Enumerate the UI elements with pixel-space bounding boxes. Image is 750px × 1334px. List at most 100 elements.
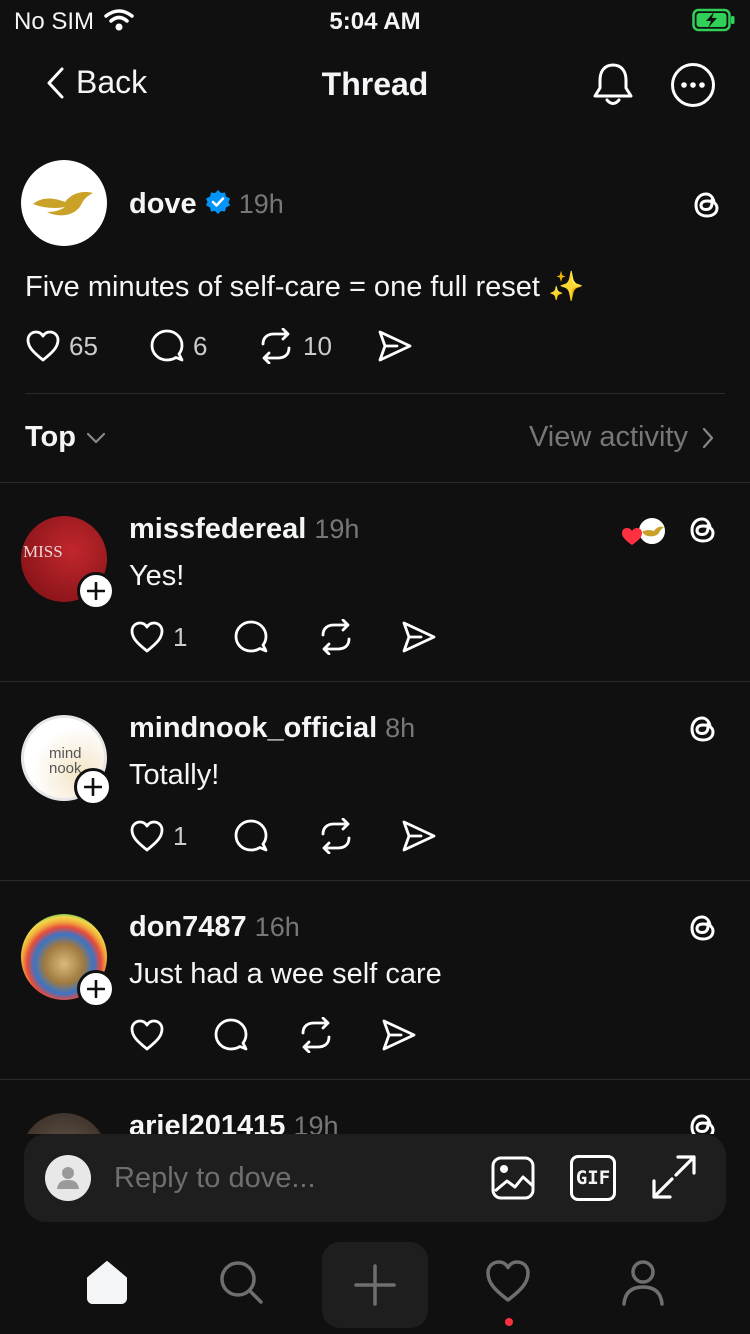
chevron-right-icon (702, 427, 714, 448)
threads-logo-icon[interactable] (686, 1110, 720, 1134)
avatar[interactable] (21, 160, 107, 246)
view-activity-label: View activity (528, 421, 688, 453)
page-title: Thread (321, 66, 429, 102)
repost-icon (301, 1017, 331, 1053)
profile-icon (622, 1260, 664, 1306)
reply-text: Yes! (129, 560, 185, 592)
send-icon (402, 820, 436, 852)
reply-header: mindnook_official 8h (129, 712, 415, 745)
reply-actions: 1 (129, 818, 437, 854)
reply-text: Just had a wee self care (129, 958, 442, 990)
repost-button[interactable] (317, 818, 401, 854)
repost-button[interactable] (297, 1017, 381, 1053)
post-time: 19h (238, 189, 284, 219)
username[interactable]: ariel201415 (129, 1110, 285, 1134)
repost-icon (261, 328, 291, 364)
send-icon (378, 330, 412, 362)
sort-label: Top (25, 421, 76, 453)
expand-icon[interactable] (650, 1153, 698, 1206)
plus-icon (87, 980, 105, 998)
follow-plus-button[interactable] (77, 572, 115, 610)
tab-activity[interactable] (484, 1258, 532, 1309)
bell-icon[interactable] (590, 60, 636, 113)
reply-time: 8h (385, 713, 416, 743)
view-activity-link[interactable]: View activity (529, 421, 714, 454)
verified-badge-icon (205, 189, 231, 220)
avatar[interactable] (21, 1113, 107, 1134)
threads-logo-icon[interactable] (686, 712, 720, 751)
activity-notification-dot (505, 1318, 513, 1326)
repost-icon (321, 619, 351, 655)
plus-icon (84, 778, 102, 796)
more-options-icon[interactable] (670, 62, 716, 113)
share-button[interactable] (401, 620, 437, 654)
avatar-text: MISS (23, 542, 63, 561)
comment-button[interactable] (213, 1017, 297, 1053)
like-button[interactable]: 1 (129, 819, 233, 853)
heart-icon (26, 330, 60, 362)
avatar[interactable]: mind nook (21, 715, 112, 806)
tab-home[interactable] (84, 1258, 130, 1311)
share-button[interactable] (381, 1018, 417, 1052)
gif-button[interactable]: GIF (570, 1155, 616, 1201)
user-avatar-placeholder (45, 1155, 91, 1201)
reply-actions (129, 1017, 417, 1053)
repost-button[interactable]: 10 (257, 328, 377, 364)
tab-create[interactable] (322, 1242, 428, 1328)
reply-input[interactable]: Reply to dove... (114, 1162, 316, 1195)
reply-text: Totally! (129, 759, 220, 791)
person-icon (57, 1167, 79, 1189)
like-button[interactable]: 65 (25, 329, 149, 363)
comment-button[interactable] (233, 619, 317, 655)
reply-time: 16h (254, 912, 300, 942)
comment-icon (234, 819, 268, 852)
reply-composer[interactable]: Reply to dove... GIF (24, 1134, 726, 1222)
home-icon (87, 1261, 127, 1304)
reply-item: MISS missfedereal 19h Yes! 1 (0, 483, 750, 681)
comment-button[interactable]: 6 (149, 328, 257, 364)
dove-logo-icon (33, 192, 93, 216)
share-button[interactable] (401, 819, 437, 853)
author-liked-indicator (620, 515, 670, 549)
comment-button[interactable] (233, 818, 317, 854)
like-button[interactable] (129, 1018, 213, 1052)
chevron-down-icon (86, 432, 106, 443)
reply-header: ariel201415 19h (129, 1110, 339, 1134)
heart-icon (486, 1260, 530, 1302)
image-icon[interactable] (490, 1155, 536, 1206)
threads-logo-icon[interactable] (686, 513, 720, 552)
like-button[interactable]: 1 (129, 620, 233, 654)
follow-plus-button[interactable] (77, 970, 115, 1008)
username[interactable]: dove (129, 188, 197, 221)
search-icon (220, 1261, 263, 1304)
reply-item: don7487 16h Just had a wee self care (0, 881, 750, 1079)
username[interactable]: don7487 (129, 911, 247, 944)
like-count: 65 (69, 330, 98, 361)
gif-label: GIF (575, 1167, 611, 1189)
share-button[interactable] (377, 329, 413, 363)
reply-header: missfedereal 19h (129, 513, 359, 546)
navigation-bar: Back Thread (0, 50, 750, 120)
like-count: 1 (173, 621, 188, 652)
reply-item: mind nook mindnook_official 8h Totally! … (0, 682, 750, 880)
tab-bar (0, 1240, 750, 1334)
send-icon (382, 1019, 416, 1051)
battery-charging-icon (692, 8, 736, 37)
divider (25, 393, 725, 394)
avatar[interactable] (21, 914, 115, 1008)
avatar[interactable]: MISS (21, 516, 115, 610)
heart-icon (130, 820, 164, 852)
comment-icon (214, 1018, 248, 1051)
like-count: 1 (173, 820, 188, 851)
tab-search[interactable] (218, 1258, 264, 1311)
username[interactable]: missfedereal (129, 513, 306, 546)
sort-dropdown[interactable]: Top (25, 421, 106, 454)
threads-logo-icon[interactable] (686, 911, 720, 950)
repost-button[interactable] (317, 619, 401, 655)
threads-logo-icon[interactable] (690, 188, 724, 227)
username[interactable]: mindnook_official (129, 712, 377, 745)
status-bar: No SIM 5:04 AM (0, 0, 750, 40)
tab-profile[interactable] (620, 1258, 666, 1311)
send-icon (402, 621, 436, 653)
follow-plus-button[interactable] (74, 768, 112, 806)
